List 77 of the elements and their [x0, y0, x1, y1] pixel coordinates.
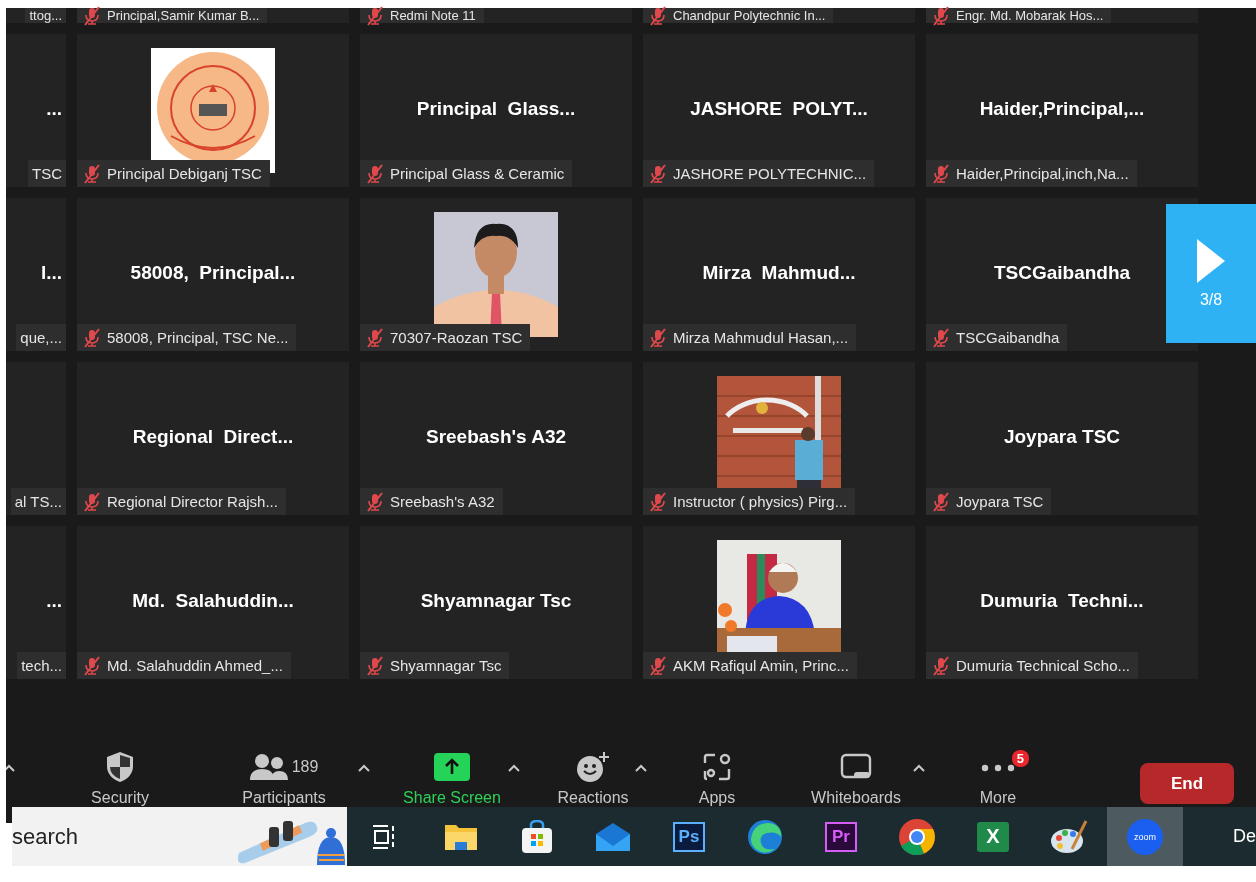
- participant-name: JASHORE POLYTECHNIC...: [673, 165, 867, 182]
- caret-icon[interactable]: [356, 763, 372, 773]
- participant-name: TSCGaibandha: [956, 329, 1060, 346]
- participant-name: Regional Director Rajsh...: [107, 493, 278, 510]
- participant-title: Sreebash's A32: [425, 426, 567, 448]
- participant-name: 70307-Raozan TSC: [390, 329, 523, 346]
- mail-icon: [595, 821, 631, 852]
- more-icon: [981, 764, 1015, 772]
- taskbar-button[interactable]: zoom: [1107, 807, 1183, 866]
- participant-name: Redmi Note 11: [390, 8, 476, 23]
- participant-title: ...: [46, 590, 62, 612]
- app-icon: Ps: [673, 821, 705, 852]
- participant-title: l...: [40, 262, 62, 284]
- participant-name: Joypara TSC: [956, 493, 1044, 510]
- participant-title: Haider,Principal,...: [979, 98, 1145, 120]
- swirl-icon: [747, 818, 783, 855]
- taskbar-button[interactable]: Ps: [651, 807, 727, 866]
- participant-title: 58008, Principal...: [130, 262, 296, 284]
- apps-icon: [703, 753, 731, 781]
- caret-icon[interactable]: [633, 763, 649, 773]
- apps-button[interactable]: Apps: [692, 751, 742, 807]
- clock-text: De: [1233, 826, 1256, 847]
- circle-logo-icon: [898, 817, 936, 856]
- participant-name: Md. Salahuddin Ahmed_...: [107, 657, 283, 674]
- participant-name: Principal,Samir Kumar B...: [107, 8, 260, 23]
- participant-name: tech...: [21, 657, 62, 674]
- participant-title: Shyamnagar Tsc: [420, 590, 572, 612]
- caret-icon[interactable]: [911, 763, 927, 773]
- whiteboards-button[interactable]: Whiteboards: [801, 751, 911, 807]
- participant-name: Shyamnagar Tsc: [390, 657, 502, 674]
- people-icon: [249, 753, 288, 781]
- app-icon: Pr: [825, 821, 857, 852]
- participant-name: Principal Glass & Ceramic: [390, 165, 565, 182]
- participants-button[interactable]: 189 Participants: [229, 751, 339, 807]
- security-button[interactable]: Security: [80, 751, 160, 807]
- participant-name: que,...: [20, 329, 62, 346]
- participant-title: Mirza Mahmud...: [702, 262, 856, 284]
- palette-icon: [1050, 818, 1088, 855]
- participant-title: Regional Direct...: [132, 426, 294, 448]
- app-icon: zoom: [1127, 818, 1163, 855]
- shopping-bag-icon: [521, 819, 553, 854]
- notification-badge: 5: [1011, 750, 1029, 767]
- participant-title: TSCGaibandha: [993, 262, 1131, 284]
- participant-title: ...: [46, 98, 62, 120]
- participant-name: AKM Rafiqul Amin, Princ...: [673, 657, 849, 674]
- participant-name: Chandpur Polytechnic In...: [673, 8, 826, 23]
- taskbar-button[interactable]: X: [955, 807, 1031, 866]
- whiteboard-icon: [840, 753, 872, 781]
- participant-name: ttog...: [29, 8, 62, 23]
- shield-icon: [106, 751, 134, 783]
- more-button[interactable]: 5 More: [968, 751, 1028, 807]
- share-screen-icon: [434, 753, 470, 781]
- participant-name: Dumuria Technical Scho...: [956, 657, 1130, 674]
- share-button[interactable]: Share Screen: [398, 751, 506, 807]
- taskbar-button[interactable]: Pr: [803, 807, 879, 866]
- participant-name: Instructor ( physics) Pirg...: [673, 493, 848, 510]
- smiley-plus-icon: [576, 751, 610, 783]
- participant-title: JASHORE POLYT...: [690, 98, 868, 120]
- participant-name: 58008, Principal, TSC Ne...: [107, 329, 289, 346]
- participant-count: 189: [291, 758, 319, 776]
- participant-title: Principal Glass...: [416, 98, 576, 120]
- participant-name: Haider,Principal,inch,Na...: [956, 165, 1129, 182]
- participant-name: Principal Debiganj TSC: [107, 165, 262, 182]
- participant-name: al TS...: [14, 493, 62, 510]
- play-arrow-icon: [1197, 238, 1225, 283]
- spreadsheet-icon: X: [977, 821, 1009, 852]
- participant-name: Engr. Md. Mobarak Hos...: [956, 8, 1104, 23]
- participant-title: Dumuria Techni...: [980, 590, 1144, 612]
- participant-name: Mirza Mahmudul Hasan,...: [673, 329, 849, 346]
- participant-title: Joypara TSC: [1003, 426, 1121, 448]
- participant-name: TSC: [32, 165, 62, 182]
- search-field[interactable]: search: [12, 823, 132, 850]
- end-button[interactable]: End: [1140, 763, 1234, 804]
- participant-title: Md. Salahuddin...: [132, 590, 294, 612]
- caret-icon[interactable]: [506, 763, 522, 773]
- reactions-button[interactable]: Reactions: [553, 751, 633, 807]
- participant-name: Sreebash's A32: [390, 493, 495, 510]
